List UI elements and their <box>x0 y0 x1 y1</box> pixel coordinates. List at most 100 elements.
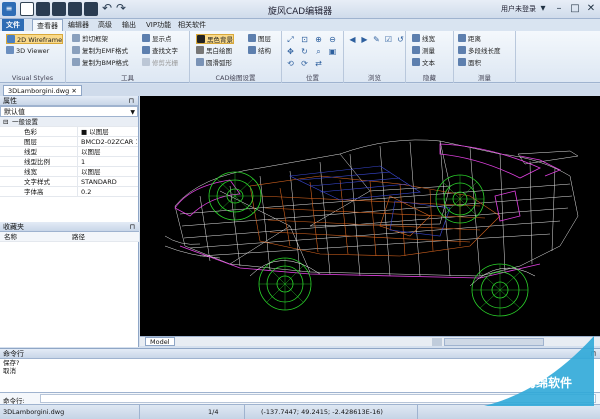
lineweight-button[interactable]: 线宽 <box>412 34 435 44</box>
clip-frame-button[interactable]: 剪切框架 <box>72 34 108 44</box>
orbit-icon[interactable]: ↻ <box>300 47 309 56</box>
zoom-extents-icon[interactable]: ⤢ <box>286 35 295 44</box>
document-tab[interactable]: 3DLamborgini.dwg ✕ <box>3 85 82 96</box>
rotate-right-icon[interactable]: ⟳ <box>300 59 309 68</box>
pan-icon[interactable]: ✥ <box>286 47 295 56</box>
layers-button[interactable]: 图层 <box>248 34 271 44</box>
edit-icon[interactable]: ✎ <box>372 35 381 44</box>
property-value[interactable]: 以图层 <box>77 147 137 157</box>
document-tab-bar: 3DLamborgini.dwg ✕ <box>0 84 600 96</box>
group-label: CAD绘图设置 <box>215 74 256 82</box>
3d-viewer-button[interactable]: 3D Viewer <box>6 46 49 56</box>
pin-icon[interactable]: ⊓ <box>130 222 135 232</box>
2d-wireframe-button[interactable]: 2D Wireframe <box>6 34 64 44</box>
property-rows: 色彩 ■ 以图层图层 BMCD2-02ZCAR 19线型以图层线型比例1线宽以图层文… <box>0 127 138 197</box>
area-icon <box>458 58 466 66</box>
copy-bmp-button[interactable]: 复制为BMP格式 <box>72 58 129 68</box>
copy-emf-button[interactable]: 复制为EMF格式 <box>72 46 128 56</box>
menu-bar: 文件 查看器 编辑器 高级 输出 VIP功能 相关软件 <box>0 19 600 31</box>
zoom-realtime-icon[interactable]: ⌕ <box>314 47 323 56</box>
close-button[interactable]: ✕ <box>584 2 598 16</box>
property-value[interactable]: 0.2 <box>77 187 137 197</box>
scissors-icon <box>72 34 80 42</box>
drawing-viewport[interactable] <box>140 96 600 336</box>
group-label: Visual Styles <box>11 74 54 82</box>
rotate-left-icon[interactable]: ⟲ <box>286 59 295 68</box>
back-icon[interactable]: ◀ <box>348 35 357 44</box>
column-path[interactable]: 路径 <box>72 232 85 242</box>
close-tab-icon[interactable]: ✕ <box>71 87 76 95</box>
column-name[interactable]: 名称 <box>4 232 17 242</box>
trim-raster-button[interactable]: 修剪光栅 <box>142 58 178 68</box>
user-status[interactable]: 用户未登录 <box>501 4 536 14</box>
property-value[interactable]: 以图层 <box>77 167 137 177</box>
property-row[interactable]: 线型比例 1 <box>0 157 138 167</box>
property-value[interactable]: 1 <box>77 157 137 167</box>
menu-editor[interactable]: 编辑器 <box>64 19 93 31</box>
property-value[interactable]: ■ 以图层 <box>77 127 137 137</box>
minimize-button[interactable]: – <box>552 2 566 16</box>
watermark-graphic <box>484 336 594 406</box>
ribbon: 2D Wireframe 3D Viewer Visual Styles 剪切框… <box>0 31 600 83</box>
zoom-window-icon[interactable]: ⊡ <box>300 35 309 44</box>
measure-toggle-button[interactable]: 测量 <box>412 46 435 56</box>
scroll-left-button[interactable] <box>432 338 442 346</box>
favorites-header: 收藏夹 ⊓ <box>0 222 139 232</box>
group-hide: 线宽 测量 文本 隐藏 <box>406 31 454 83</box>
view-icon[interactable]: ▣ <box>328 47 337 56</box>
refresh-icon[interactable]: ↺ <box>396 35 405 44</box>
check-icon[interactable]: ☑ <box>384 35 393 44</box>
property-value[interactable]: BMCD2-02ZCAR 19 <box>77 137 137 147</box>
title-bar: ≡ ↶ ↷ 旋风CAD编辑器 用户未登录 ▾ – □ ✕ <box>0 0 600 19</box>
model-tab[interactable]: Model <box>145 337 175 346</box>
background-icon <box>197 35 205 43</box>
property-key: 色彩 <box>24 128 37 136</box>
menu-file[interactable]: 文件 <box>2 19 24 31</box>
distance-button[interactable]: 距离 <box>458 34 481 44</box>
search-icon <box>142 46 150 54</box>
forward-icon[interactable]: ▶ <box>360 35 369 44</box>
area-button[interactable]: 面积 <box>458 58 481 68</box>
property-key: 字体高 <box>24 188 44 196</box>
properties-header: 属性 ⊓ <box>0 96 138 106</box>
pin-icon[interactable]: ⊓ <box>129 96 134 106</box>
property-row[interactable]: 线型 以图层 <box>0 147 138 157</box>
property-category[interactable]: ⊟ 一般设置 <box>0 117 138 127</box>
black-background-button[interactable]: 黑色背景 <box>196 34 234 44</box>
bw-drawing-button[interactable]: 黑白绘图 <box>196 46 232 56</box>
text-icon <box>412 58 420 66</box>
property-key: 图层 <box>24 138 37 146</box>
properties-combo[interactable]: 默认值 ▼ <box>0 106 138 117</box>
property-row[interactable]: 色彩 ■ 以图层 <box>0 127 138 137</box>
menu-advanced[interactable]: 高级 <box>94 19 116 31</box>
group-label: 隐藏 <box>423 74 436 82</box>
group-position: ⤢ ⊡ ⊕ ⊖ ✥ ↻ ⌕ ▣ ⟲ ⟳ ⇄ 位置 <box>282 31 344 83</box>
property-row[interactable]: 线宽 以图层 <box>0 167 138 177</box>
flip-icon[interactable]: ⇄ <box>314 59 323 68</box>
menu-related[interactable]: 相关软件 <box>174 19 210 31</box>
watermark-logo: 海绵软件 <box>484 336 594 406</box>
text-toggle-button[interactable]: 文本 <box>412 58 435 68</box>
help-icon[interactable]: ▾ <box>536 2 550 16</box>
menu-output[interactable]: 输出 <box>118 19 140 31</box>
group-cad-settings: 黑色背景 黑白绘图 圆滑弧形 图层 结构 CAD绘图设置 <box>190 31 282 83</box>
property-row[interactable]: 文字样式 STANDARD <box>0 177 138 187</box>
zoom-in-icon[interactable]: ⊕ <box>314 35 323 44</box>
property-row[interactable]: 字体高 0.2 <box>0 187 138 197</box>
property-value[interactable]: STANDARD <box>77 177 137 187</box>
favorites-panel: 收藏夹 ⊓ 名称 路径 <box>0 222 139 242</box>
smooth-arc-button[interactable]: 圆滑弧形 <box>196 58 232 68</box>
menu-viewer[interactable]: 查看器 <box>32 19 63 31</box>
distance-icon <box>458 34 466 42</box>
maximize-button[interactable]: □ <box>568 2 582 16</box>
structure-button[interactable]: 结构 <box>248 46 271 56</box>
property-row[interactable]: 图层 BMCD2-02ZCAR 19 <box>0 137 138 147</box>
trim-icon <box>142 58 150 66</box>
find-text-button[interactable]: 查找文字 <box>142 46 178 56</box>
menu-vip[interactable]: VIP功能 <box>142 19 175 31</box>
show-points-button[interactable]: 显示点 <box>142 34 172 44</box>
group-label: 浏览 <box>368 74 381 82</box>
car-wireframe-drawing <box>164 139 579 317</box>
polyline-length-button[interactable]: 多段线长度 <box>458 46 501 56</box>
zoom-out-icon[interactable]: ⊖ <box>328 35 337 44</box>
